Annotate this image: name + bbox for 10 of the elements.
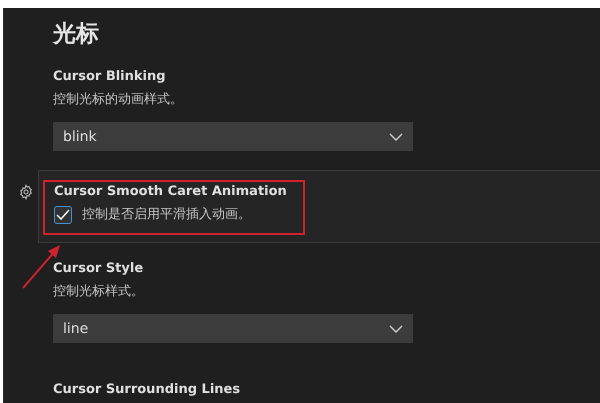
setting-description: 控制光标样式。: [53, 283, 145, 301]
section-heading: 光标: [53, 20, 100, 48]
setting-title: Cursor Style: [53, 260, 144, 278]
setting-title: Cursor Smooth Caret Animation: [54, 183, 288, 201]
setting-description: 控制是否启用平滑插入动画。: [82, 206, 251, 224]
setting-title: Cursor Blinking: [53, 68, 167, 86]
setting-description: 控制光标的动画样式。: [53, 91, 184, 109]
dropdown[interactable]: line: [53, 314, 413, 343]
dropdown[interactable]: blink: [53, 122, 413, 151]
setting-title: Cursor Surrounding Lines: [53, 381, 242, 399]
